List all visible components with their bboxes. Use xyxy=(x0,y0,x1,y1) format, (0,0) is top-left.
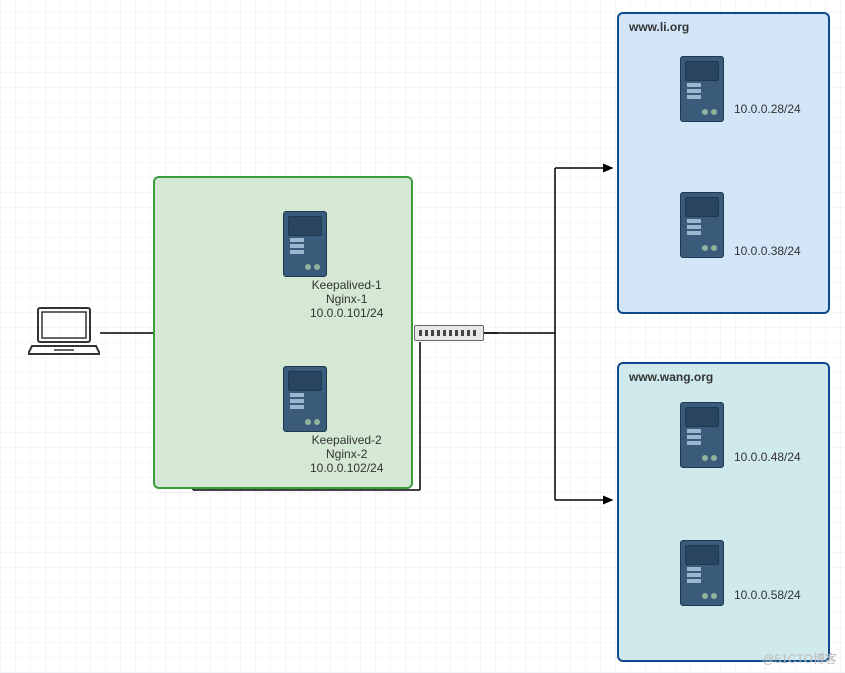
server-icon xyxy=(680,56,724,122)
server-icon xyxy=(283,366,327,432)
server-icon xyxy=(680,402,724,468)
switch-icon xyxy=(414,325,484,341)
watermark: @51CTO博客 xyxy=(762,650,837,667)
zone-title: www.li.org xyxy=(629,20,689,34)
server-icon xyxy=(680,192,724,258)
keepalived1-label: Keepalived-1 Nginx-1 10.0.0.101/24 xyxy=(310,278,383,320)
laptop-icon xyxy=(28,306,100,356)
server-icon xyxy=(680,540,724,606)
server-icon xyxy=(283,211,327,277)
li-server2-ip: 10.0.0.38/24 xyxy=(734,244,801,258)
wang-server2-ip: 10.0.0.58/24 xyxy=(734,588,801,602)
wang-server1-ip: 10.0.0.48/24 xyxy=(734,450,801,464)
keepalived2-label: Keepalived-2 Nginx-2 10.0.0.102/24 xyxy=(310,433,383,475)
li-server1-ip: 10.0.0.28/24 xyxy=(734,102,801,116)
zone-title: www.wang.org xyxy=(629,370,713,384)
